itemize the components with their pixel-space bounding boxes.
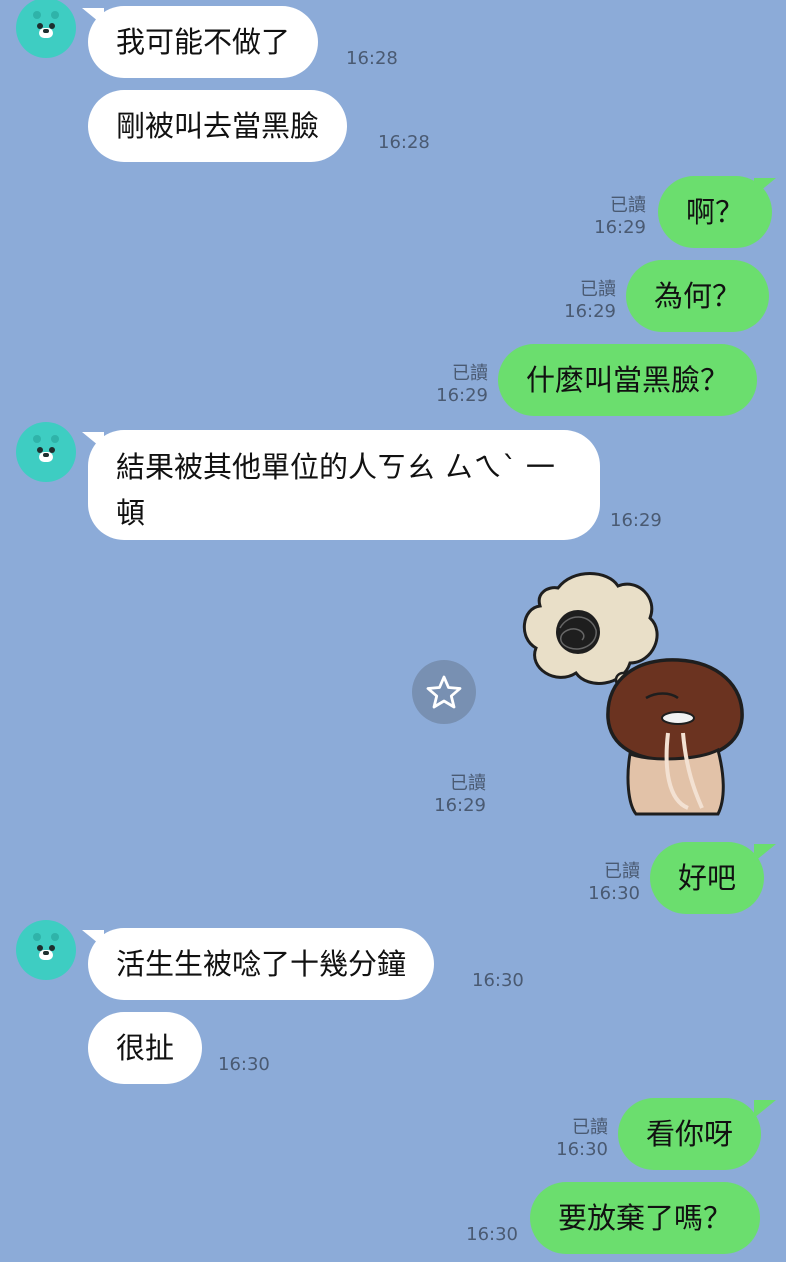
read-receipt: 已讀 xyxy=(580,279,616,300)
avatar-ear xyxy=(33,933,41,941)
bubble-tail xyxy=(754,844,776,862)
message-time: 16:29 xyxy=(594,217,646,238)
message-read-time: 已讀 16:29 xyxy=(530,279,616,323)
message-read-time: 已讀 16:30 xyxy=(522,1117,608,1161)
bubble-tail xyxy=(754,1100,776,1118)
message-time: 16:29 xyxy=(436,385,488,406)
avatar-ear xyxy=(51,933,59,941)
avatar-nose xyxy=(43,951,49,955)
avatar-ear xyxy=(51,435,59,443)
read-receipt: 已讀 xyxy=(604,861,640,882)
contact-avatar[interactable] xyxy=(16,920,76,980)
avatar-ear xyxy=(33,11,41,19)
message-time: 16:28 xyxy=(378,132,430,153)
avatar-nose xyxy=(43,29,49,33)
message-bubble-outgoing[interactable]: 要放棄了嗎？ xyxy=(530,1182,761,1254)
message-bubble-outgoing[interactable]: 什麼叫當黑臉？ xyxy=(498,344,758,416)
message-bubble-incoming[interactable]: 結果被其他單位的人ㄎㄠ ㄙㄟˋ 一頓 xyxy=(88,430,600,540)
message-time: 16:29 xyxy=(610,510,662,531)
message-bubble-incoming[interactable]: 活生生被唸了十幾分鐘 xyxy=(88,928,435,1000)
message-read-time: 已讀 16:29 xyxy=(400,773,486,817)
read-receipt: 已讀 xyxy=(572,1117,608,1138)
contact-avatar[interactable] xyxy=(16,422,76,482)
message-time: 16:30 xyxy=(466,1224,518,1245)
message-read-time: 已讀 16:29 xyxy=(402,363,488,407)
message-time: 16:30 xyxy=(588,883,640,904)
message-time: 16:28 xyxy=(346,48,398,69)
message-time: 16:29 xyxy=(564,301,616,322)
read-receipt: 已讀 xyxy=(450,773,486,794)
message-bubble-incoming[interactable]: 剛被叫去當黑臉 xyxy=(88,90,348,162)
message-bubble-outgoing[interactable]: 看你呀 xyxy=(618,1098,762,1170)
mushroom-thinking-sticker[interactable] xyxy=(518,568,748,818)
avatar-ear xyxy=(51,11,59,19)
avatar-ear xyxy=(33,435,41,443)
message-time: 16:30 xyxy=(472,970,524,991)
message-read-time: 已讀 16:29 xyxy=(560,195,646,239)
star-icon xyxy=(426,675,462,709)
avatar-nose xyxy=(43,453,49,457)
message-bubble-outgoing[interactable]: 好吧 xyxy=(650,842,765,914)
contact-avatar[interactable] xyxy=(16,0,76,58)
message-bubble-outgoing[interactable]: 為何？ xyxy=(626,260,770,332)
message-time: 16:29 xyxy=(434,795,486,816)
message-time: 16:30 xyxy=(556,1139,608,1160)
message-bubble-incoming[interactable]: 我可能不做了 xyxy=(88,6,319,78)
bubble-tail xyxy=(754,178,776,196)
message-read-time: 已讀 16:30 xyxy=(554,861,640,905)
read-receipt: 已讀 xyxy=(610,195,646,216)
message-bubble-incoming[interactable]: 很扯 xyxy=(88,1012,203,1084)
favorite-sticker-button[interactable] xyxy=(412,660,476,724)
read-receipt: 已讀 xyxy=(452,363,488,384)
message-time: 16:30 xyxy=(218,1054,270,1075)
